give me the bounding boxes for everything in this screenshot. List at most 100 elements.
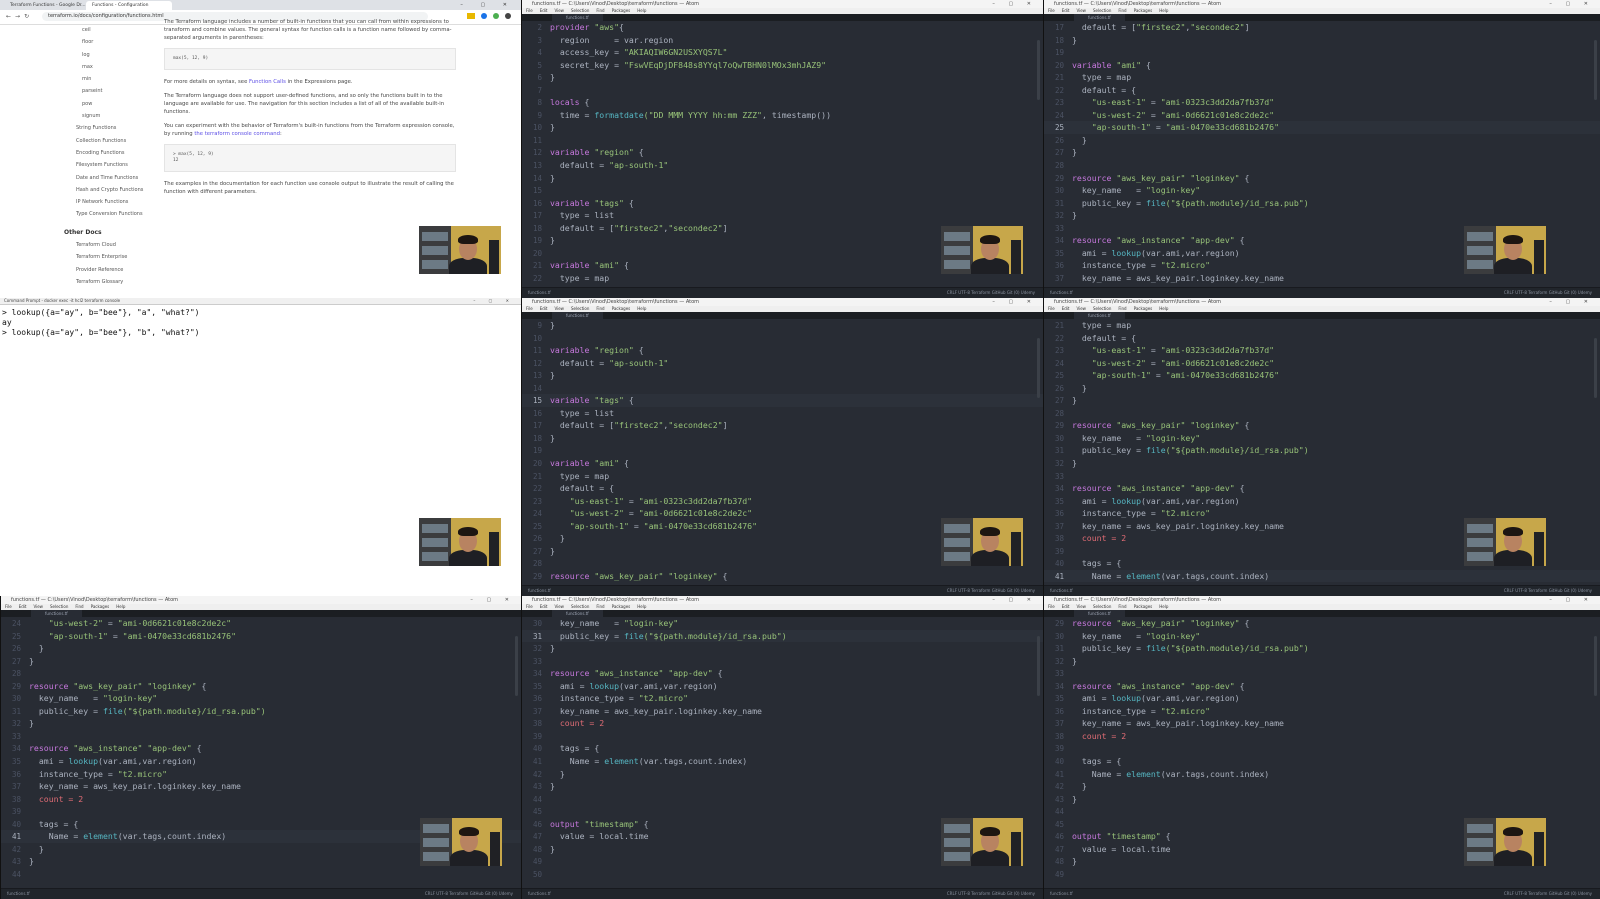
menu-item[interactable]: Find <box>1118 8 1126 13</box>
sidebar-link[interactable]: parseint <box>64 85 154 97</box>
menu-item[interactable]: File <box>526 306 533 311</box>
menu-item[interactable]: File <box>526 8 533 13</box>
menu-item[interactable]: Help <box>116 604 125 609</box>
menu-item[interactable]: File <box>1048 306 1055 311</box>
menu-item[interactable]: Edit <box>540 604 548 609</box>
menu-item[interactable]: Edit <box>19 604 27 609</box>
sidebar-link[interactable]: Terraform Enterprise <box>64 251 154 263</box>
sidebar-group[interactable]: Filesystem Functions <box>64 159 154 171</box>
sidebar-group[interactable]: IP Network Functions <box>64 196 154 208</box>
menu-item[interactable]: Find <box>596 306 604 311</box>
doc-link[interactable]: Function Calls <box>249 79 286 85</box>
window-controls[interactable]: – ▢ ✕ <box>992 0 1037 8</box>
menu-item[interactable]: Packages <box>91 604 110 609</box>
editor-tab[interactable]: functions.tf <box>1074 312 1125 319</box>
menu-item[interactable]: Packages <box>612 8 631 13</box>
menu-item[interactable]: Packages <box>1134 604 1153 609</box>
sidebar-link[interactable]: min <box>64 73 154 85</box>
menu-item[interactable]: Help <box>637 306 646 311</box>
terminal-output[interactable]: > lookup({a="ay", b="bee"}, "a", "what?"… <box>0 305 521 341</box>
menu-item[interactable]: Edit <box>1062 604 1070 609</box>
window-controls[interactable]: – ▢ ✕ <box>1549 298 1594 306</box>
scrollbar-thumb[interactable] <box>1037 636 1040 696</box>
editor-tab[interactable]: functions.tf <box>552 610 603 617</box>
forward-arrow-icon[interactable]: → <box>15 13 24 20</box>
window-controls[interactable]: – ▢ ✕ <box>470 596 515 604</box>
scrollbar-thumb[interactable] <box>1037 40 1040 100</box>
menu-item[interactable]: View <box>1076 306 1086 311</box>
editor-tab[interactable]: functions.tf <box>31 610 82 617</box>
editor-tab[interactable]: functions.tf <box>552 14 603 21</box>
extension-icon[interactable] <box>493 13 499 19</box>
menu-item[interactable]: Selection <box>571 8 589 13</box>
sidebar-link[interactable]: log <box>64 49 154 61</box>
sidebar-link[interactable]: Terraform Cloud <box>64 239 154 251</box>
menu-item[interactable]: Help <box>637 8 646 13</box>
menu-item[interactable]: Find <box>1118 604 1126 609</box>
menu-item[interactable]: View <box>554 306 564 311</box>
menu-item[interactable]: Find <box>596 8 604 13</box>
menu-item[interactable]: Selection <box>50 604 68 609</box>
scrollbar-thumb[interactable] <box>1037 338 1040 398</box>
sidebar-link[interactable]: ceil <box>64 24 154 36</box>
editor-tab[interactable]: functions.tf <box>1074 610 1125 617</box>
menu-item[interactable]: View <box>554 8 564 13</box>
extension-icon[interactable] <box>481 13 487 19</box>
sidebar-group[interactable]: Encoding Functions <box>64 147 154 159</box>
window-controls[interactable]: – ▢ ✕ <box>992 298 1037 306</box>
sidebar-group[interactable]: Collection Functions <box>64 135 154 147</box>
window-controls[interactable]: – ▢ ✕ <box>460 0 515 10</box>
menu-item[interactable]: Packages <box>612 604 631 609</box>
nav-buttons[interactable]: ←→↻ <box>6 13 33 20</box>
sidebar-link[interactable]: Provider Reference <box>64 264 154 276</box>
menu-item[interactable]: Help <box>1159 604 1168 609</box>
sidebar-link[interactable]: Terraform Glossary <box>64 276 154 288</box>
window-controls[interactable]: – ▢ ✕ <box>1549 596 1594 604</box>
menu-item[interactable]: Selection <box>571 306 589 311</box>
menu-item[interactable]: View <box>33 604 43 609</box>
menu-item[interactable]: Selection <box>1093 306 1111 311</box>
sidebar-group[interactable]: String Functions <box>64 122 154 134</box>
sidebar-group[interactable]: Date and Time Functions <box>64 172 154 184</box>
scrollbar-thumb[interactable] <box>1594 40 1597 100</box>
menu-item[interactable]: Selection <box>1093 8 1111 13</box>
menu-item[interactable]: View <box>554 604 564 609</box>
menu-item[interactable]: Find <box>75 604 83 609</box>
sidebar-link[interactable]: floor <box>64 36 154 48</box>
scrollbar-thumb[interactable] <box>1594 338 1597 398</box>
browser-tab-active[interactable]: Functions - Configuration Langu... <box>86 1 172 18</box>
menu-item[interactable]: View <box>1076 604 1086 609</box>
window-controls[interactable]: – ▢ ✕ <box>473 298 515 304</box>
menu-item[interactable]: Find <box>1118 306 1126 311</box>
menu-item[interactable]: Help <box>1159 8 1168 13</box>
menu-item[interactable]: Edit <box>1062 306 1070 311</box>
menu-item[interactable]: Packages <box>1134 306 1153 311</box>
browser-tab[interactable]: Terraform Functions - Google Dr... <box>4 1 92 10</box>
menu-item[interactable]: Selection <box>571 604 589 609</box>
sidebar-group[interactable]: Type Conversion Functions <box>64 208 154 220</box>
menu-item[interactable]: View <box>1076 8 1086 13</box>
menu-item[interactable]: File <box>1048 8 1055 13</box>
back-arrow-icon[interactable]: ← <box>6 13 15 20</box>
window-controls[interactable]: – ▢ ✕ <box>1549 0 1594 8</box>
menu-item[interactable]: File <box>1048 604 1055 609</box>
sidebar-group[interactable]: Hash and Crypto Functions <box>64 184 154 196</box>
extension-icon[interactable] <box>467 13 475 19</box>
menu-item[interactable]: File <box>526 604 533 609</box>
sidebar-link[interactable]: pow <box>64 98 154 110</box>
menu-item[interactable]: Find <box>596 604 604 609</box>
menu-item[interactable]: Edit <box>540 306 548 311</box>
scrollbar-thumb[interactable] <box>1594 636 1597 696</box>
menu-item[interactable]: Edit <box>1062 8 1070 13</box>
doc-link[interactable]: the terraform console command <box>194 131 280 137</box>
menu-item[interactable]: Selection <box>1093 604 1111 609</box>
menu-item[interactable]: Help <box>1159 306 1168 311</box>
editor-tab[interactable]: functions.tf <box>1074 14 1125 21</box>
menu-item[interactable]: Edit <box>540 8 548 13</box>
menu-item[interactable]: Help <box>637 604 646 609</box>
sidebar-link[interactable]: signum <box>64 110 154 122</box>
editor-tab[interactable]: functions.tf <box>552 312 603 319</box>
scrollbar-thumb[interactable] <box>515 636 518 696</box>
menu-item[interactable]: Packages <box>612 306 631 311</box>
reload-icon[interactable]: ↻ <box>24 13 33 20</box>
